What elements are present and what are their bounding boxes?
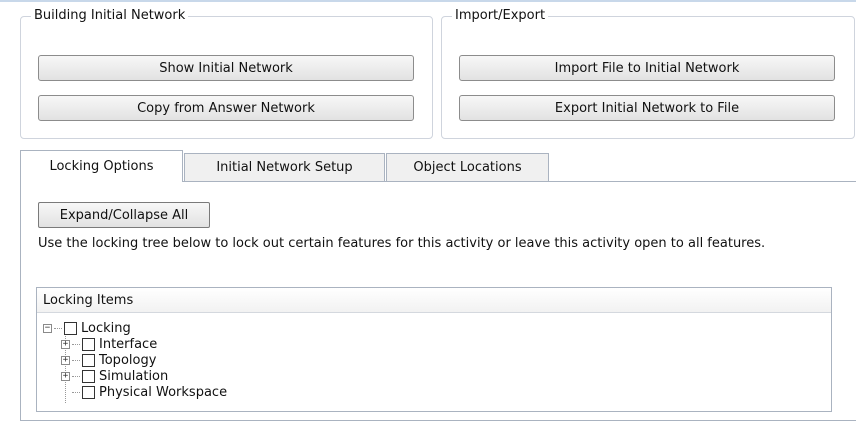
tree-column-header: Locking Items	[37, 288, 831, 313]
topology-checkbox[interactable]	[82, 353, 95, 367]
import-file-button[interactable]: Import File to Initial Network	[459, 55, 835, 81]
interface-checkbox[interactable]	[82, 337, 95, 351]
tree-node-label: Interface	[99, 336, 158, 352]
expand-collapse-all-button[interactable]: Expand/Collapse All	[38, 202, 210, 228]
tab-object-locations[interactable]: Object Locations	[386, 153, 549, 181]
tree-header-label: Locking Items	[43, 292, 134, 308]
group-title: Building Initial Network	[31, 8, 189, 23]
tree-node-topology[interactable]: + Topology	[61, 352, 156, 368]
export-file-button[interactable]: Export Initial Network to File	[459, 95, 835, 121]
collapse-icon[interactable]: −	[43, 323, 52, 333]
tree-node-label: Physical Workspace	[99, 384, 228, 400]
simulation-checkbox[interactable]	[82, 369, 95, 383]
physical-workspace-checkbox[interactable]	[82, 385, 95, 399]
copy-from-answer-network-button[interactable]: Copy from Answer Network	[38, 95, 414, 121]
tab-initial-network-setup[interactable]: Initial Network Setup	[184, 153, 385, 181]
building-initial-network-group: Building Initial Network Show Initial Ne…	[20, 8, 433, 139]
tree-node-simulation[interactable]: + Simulation	[61, 368, 168, 384]
tree-node-label: Locking	[81, 320, 131, 336]
tree-dots	[54, 327, 62, 329]
tree-node-interface[interactable]: + Interface	[61, 336, 157, 352]
locking-description: Use the locking tree below to lock out c…	[38, 236, 766, 251]
tree-node-physical-workspace[interactable]: Physical Workspace	[61, 384, 227, 400]
group-title: Import/Export	[452, 8, 549, 23]
expand-icon[interactable]: +	[61, 355, 70, 365]
tree-dots	[72, 375, 80, 377]
tree-node-label: Simulation	[99, 368, 169, 384]
tree-dots	[72, 391, 80, 393]
import-export-group: Import/Export Import File to Initial Net…	[441, 8, 855, 139]
tab-locking-options[interactable]: Locking Options	[20, 150, 183, 182]
tree-node-label: Topology	[99, 352, 157, 368]
tree-dots	[72, 343, 80, 345]
show-initial-network-button[interactable]: Show Initial Network	[38, 55, 414, 81]
expand-icon[interactable]: +	[61, 371, 70, 381]
tree-node-locking[interactable]: − Locking	[43, 320, 131, 336]
tree-dots	[72, 359, 80, 361]
window-top-edge	[0, 0, 856, 2]
locking-checkbox[interactable]	[64, 321, 77, 335]
expand-icon[interactable]: +	[61, 339, 70, 349]
locking-tree: Locking Items − Locking + Interface + To…	[36, 287, 832, 412]
